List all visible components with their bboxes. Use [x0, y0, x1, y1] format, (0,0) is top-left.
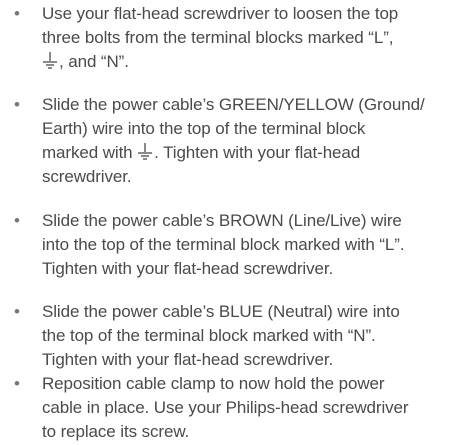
step-text-line: the top of the terminal block marked wit… [42, 326, 376, 345]
bullet-point: • [14, 95, 20, 114]
instruction-list: • Use your flat-head screwdriver to loos… [0, 0, 473, 445]
step-text-segment: marked with [42, 143, 138, 162]
step-text-line: Tighten with your flat-head screwdriver. [42, 259, 334, 278]
bullet-point: • [14, 374, 20, 393]
ground-symbol-icon [43, 52, 57, 69]
step-text: Slide the power cable’s BLUE (Neutral) w… [42, 300, 462, 372]
bullet-point: • [14, 211, 20, 230]
step-text-segment: , and “N”. [59, 52, 129, 71]
step-text-line: Slide the power cable’s BLUE (Neutral) w… [42, 302, 400, 321]
ground-symbol-icon [138, 143, 153, 160]
step-text-line: Slide the power cable’s GREEN/YELLOW (Gr… [42, 95, 425, 114]
bullet-point: • [14, 4, 20, 23]
step-text-line: to replace its screw. [42, 422, 190, 441]
step-text: Use your flat-head screwdriver to loosen… [42, 2, 462, 74]
step-text-line: Use your flat-head screwdriver to loosen… [42, 4, 399, 23]
step-text: Slide the power cable’s GREEN/YELLOW (Gr… [42, 93, 462, 189]
step-text-line: Earth) wire into the top of the terminal… [42, 119, 366, 138]
step-text-line: cable in place. Use your Philips-head sc… [42, 398, 409, 417]
step-text-line: Reposition cable clamp to now hold the p… [42, 374, 385, 393]
bullet-point: • [14, 302, 20, 321]
step-text-line: , and “N”. [42, 50, 462, 74]
step-text-line: Slide the power cable’s BROWN (Line/Live… [42, 211, 402, 230]
step-text-line: Tighten with your flat-head screwdriver. [42, 350, 334, 369]
step-text-line: three bolts from the terminal blocks mar… [42, 28, 394, 47]
step-text-line: screwdriver. [42, 167, 132, 186]
step-text-line: into the top of the terminal block marke… [42, 235, 405, 254]
step-text: Slide the power cable’s BROWN (Line/Live… [42, 209, 462, 281]
step-text: Reposition cable clamp to now hold the p… [42, 372, 462, 444]
step-text-line: marked with . Tighten with your flat-hea… [42, 141, 462, 165]
step-text-segment: . Tighten with your flat-head [154, 143, 361, 162]
